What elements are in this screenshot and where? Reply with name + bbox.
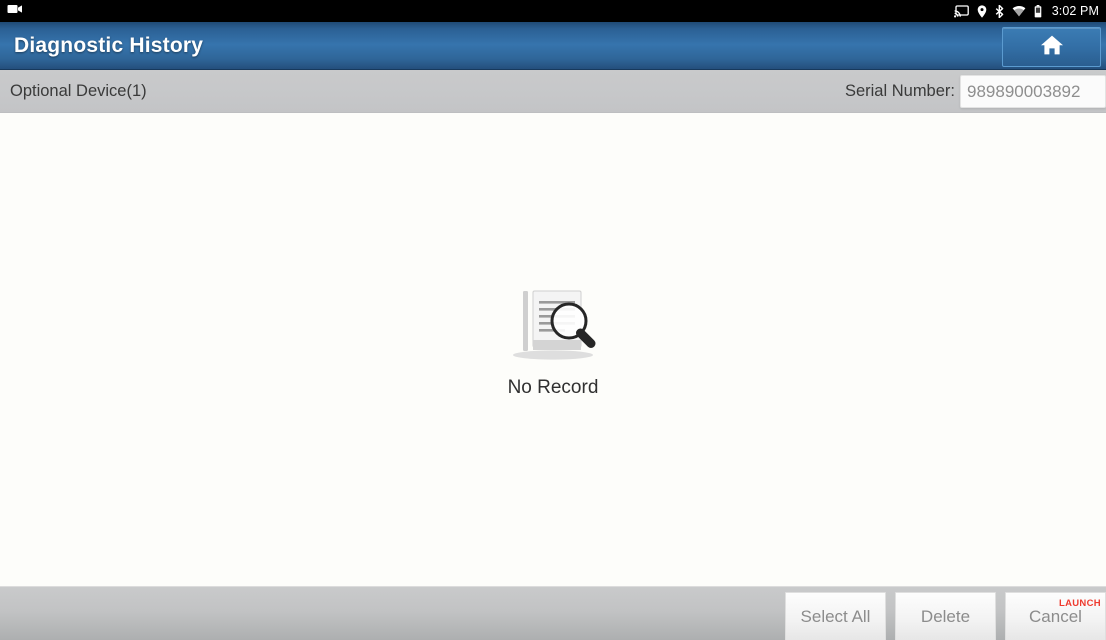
sub-header-bar: Optional Device(1) Serial Number: 989890… xyxy=(0,70,1106,113)
diagnostic-history-screen: 3:02 PM Diagnostic History Optional Devi… xyxy=(0,0,1106,640)
title-bar: Diagnostic History xyxy=(0,22,1106,70)
location-pin-icon xyxy=(977,4,987,18)
no-record-document-search-icon xyxy=(503,285,603,363)
optional-device-label: Optional Device(1) xyxy=(10,81,147,100)
cancel-button[interactable]: Cancel LAUNCH xyxy=(1005,592,1106,640)
empty-state: No Record xyxy=(0,285,1106,399)
camcorder-icon xyxy=(7,2,23,20)
serial-number-group: Serial Number: 989890003892 xyxy=(845,70,1106,113)
page-title: Diagnostic History xyxy=(14,33,204,57)
footer-button-group: Select All Delete Cancel LAUNCH xyxy=(785,592,1106,640)
serial-number-value: 989890003892 xyxy=(967,81,1081,101)
serial-number-select[interactable]: 989890003892 xyxy=(960,75,1106,108)
battery-icon xyxy=(1034,4,1042,18)
select-all-button-label: Select All xyxy=(800,607,871,626)
cancel-button-label: Cancel xyxy=(1029,607,1082,626)
status-bar-left xyxy=(7,2,23,20)
home-button[interactable] xyxy=(1002,27,1101,67)
select-all-button[interactable]: Select All xyxy=(785,592,886,640)
status-bar: 3:02 PM xyxy=(0,0,1106,22)
home-icon xyxy=(1040,34,1064,61)
status-bar-clock: 3:02 PM xyxy=(1051,4,1099,18)
content-area: No Record xyxy=(0,113,1106,586)
empty-state-label: No Record xyxy=(507,377,599,398)
bluetooth-icon xyxy=(995,4,1004,18)
status-bar-right: 3:02 PM xyxy=(953,4,1099,18)
delete-button[interactable]: Delete xyxy=(895,592,996,640)
delete-button-label: Delete xyxy=(920,607,971,626)
footer-bar: Select All Delete Cancel LAUNCH xyxy=(0,586,1106,640)
wifi-icon xyxy=(1012,5,1026,17)
cast-icon xyxy=(953,4,969,18)
serial-number-label: Serial Number: xyxy=(844,82,955,100)
